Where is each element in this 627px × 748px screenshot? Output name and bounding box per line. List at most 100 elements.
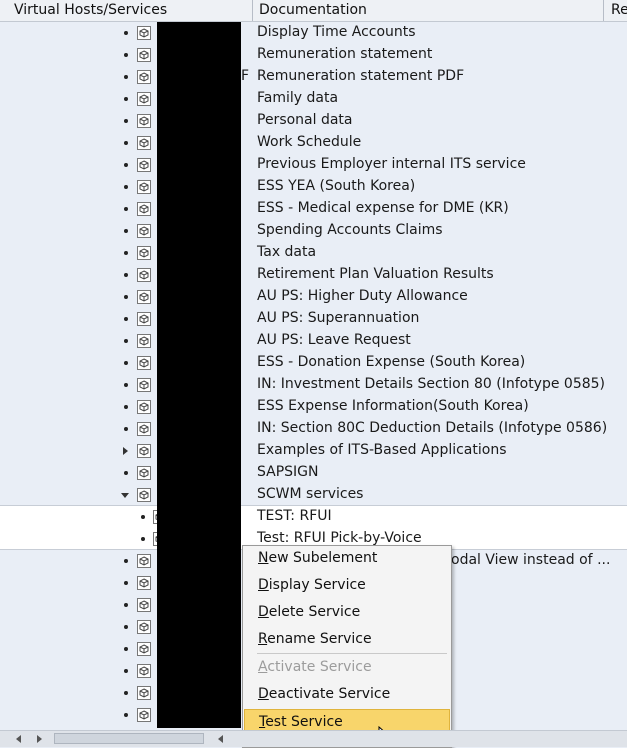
truncated-name-fragment: F [241, 68, 250, 84]
tree-row[interactable]: Work Schedule [0, 132, 627, 154]
menu-item-activate-service[interactable]: Activate Service [244, 655, 450, 680]
service-node-icon [137, 576, 151, 590]
tree-row[interactable]: ESS Expense Information(South Korea) [0, 396, 627, 418]
horizontal-scrollbar[interactable] [0, 730, 627, 747]
service-node-icon [137, 356, 151, 370]
column-re[interactable]: Re [605, 0, 627, 21]
tree-bullet [124, 581, 128, 585]
documentation-text: odal View instead of ... [451, 552, 611, 568]
service-node-icon [137, 268, 151, 282]
tree-bullet [124, 427, 128, 431]
section-divider [0, 505, 627, 506]
tree-row[interactable]: Previous Employer internal ITS service [0, 154, 627, 176]
tree-row[interactable]: Family data [0, 88, 627, 110]
menu-item-label: elete Service [268, 604, 361, 620]
tree-row[interactable]: Retirement Plan Valuation Results [0, 264, 627, 286]
scrollbar-thumb[interactable] [54, 733, 204, 744]
service-node-icon [137, 444, 151, 458]
documentation-text: Remuneration statement [257, 46, 433, 62]
service-node-icon [137, 488, 151, 502]
tree-bullet [124, 647, 128, 651]
tree-row[interactable]: Tax data [0, 242, 627, 264]
tree-row[interactable]: AU PS: Higher Duty Allowance [0, 286, 627, 308]
service-node-icon [137, 180, 151, 194]
service-node-icon [137, 642, 151, 656]
documentation-text: Spending Accounts Claims [257, 222, 443, 238]
menu-item-rename-service[interactable]: Rename Service [244, 627, 450, 652]
tree-bullet [124, 405, 128, 409]
menu-item-label: eactivate Service [268, 686, 391, 702]
documentation-text: Family data [257, 90, 339, 106]
menu-item-display-service[interactable]: Display Service [244, 573, 450, 598]
documentation-text: AU PS: Leave Request [257, 332, 411, 348]
documentation-text: IN: Investment Details Section 80 (Infot… [257, 376, 606, 392]
scroll-left-icon[interactable] [16, 735, 21, 743]
service-node-icon [137, 664, 151, 678]
scroll-right-icon[interactable] [37, 735, 42, 743]
menu-item-deactivate-service[interactable]: Deactivate Service [244, 682, 450, 707]
documentation-text: SCWM services [257, 486, 364, 502]
tree-row[interactable]: Spending Accounts Claims [0, 220, 627, 242]
tree-row[interactable]: IN: Investment Details Section 80 (Infot… [0, 374, 627, 396]
tree-bullet [124, 713, 128, 717]
menu-item-label: ename Service [267, 631, 372, 647]
service-node-icon [137, 378, 151, 392]
tree-row[interactable]: SAPSIGN [0, 462, 627, 484]
service-node-icon [137, 554, 151, 568]
tree-bullet [124, 141, 128, 145]
service-node-icon [137, 70, 151, 84]
service-node-icon [137, 466, 151, 480]
tree-bullet [124, 185, 128, 189]
tree-row[interactable]: ESS - Donation Expense (South Korea) [0, 352, 627, 374]
menu-mnemonic: N [258, 550, 269, 566]
tree-bullet [124, 691, 128, 695]
tree-row[interactable]: AU PS: Superannuation [0, 308, 627, 330]
service-node-icon [137, 92, 151, 106]
service-node-icon [137, 400, 151, 414]
menu-item-new-subelement[interactable]: New Subelement [244, 546, 450, 571]
tree-row[interactable]: Remuneration statement [0, 44, 627, 66]
redacted-service-names [157, 22, 241, 728]
tree-row[interactable]: F Remuneration statement PDF [0, 66, 627, 88]
documentation-text: Remuneration statement PDF [257, 68, 465, 84]
documentation-text: Tax data [257, 244, 317, 260]
expand-arrow-icon[interactable] [123, 447, 128, 455]
menu-mnemonic: D [258, 604, 269, 620]
column-virtual-hosts-services[interactable]: Virtual Hosts/Services [8, 0, 167, 21]
tree-row[interactable]: SCWM services [0, 484, 627, 506]
tree-row[interactable]: ESS YEA (South Korea) [0, 176, 627, 198]
menu-mnemonic: R [258, 631, 268, 647]
tree-row[interactable]: ESS - Medical expense for DME (KR) [0, 198, 627, 220]
tree-row[interactable]: TEST: RFUI [0, 506, 627, 528]
documentation-text: TEST: RFUI [257, 508, 332, 524]
tree-row[interactable]: Personal data [0, 110, 627, 132]
tree-row[interactable]: IN: Section 80C Deduction Details (Infot… [0, 418, 627, 440]
tree-bullet [124, 273, 128, 277]
tree-bullet [124, 53, 128, 57]
column-resize-handle[interactable] [603, 0, 604, 21]
documentation-text: ESS Expense Information(South Korea) [257, 398, 529, 414]
documentation-text: Test: RFUI Pick-by-Voice [257, 530, 422, 546]
tree-row[interactable]: Examples of ITS-Based Applications [0, 440, 627, 462]
service-node-icon [137, 224, 151, 238]
tree-bullet [124, 295, 128, 299]
tree-bullet [124, 251, 128, 255]
collapse-arrow-icon[interactable] [121, 493, 129, 498]
menu-mnemonic: A [258, 659, 268, 675]
column-documentation[interactable]: Documentation [253, 0, 367, 21]
tree-bullet [124, 207, 128, 211]
menu-item-delete-service[interactable]: Delete Service [244, 600, 450, 625]
menu-mnemonic: D [258, 686, 269, 702]
scroll-left-icon[interactable] [218, 735, 223, 743]
service-node-icon [137, 334, 151, 348]
documentation-text: Display Time Accounts [257, 24, 416, 40]
documentation-text: AU PS: Superannuation [257, 310, 420, 326]
menu-item-label: ew Subelement [268, 550, 378, 566]
tree-row[interactable]: Display Time Accounts [0, 22, 627, 44]
tree-bullet [141, 537, 145, 541]
service-node-icon [137, 26, 151, 40]
documentation-text: ESS - Medical expense for DME (KR) [257, 200, 509, 216]
service-node-icon [137, 48, 151, 62]
tree-row[interactable]: AU PS: Leave Request [0, 330, 627, 352]
service-node-icon [137, 158, 151, 172]
